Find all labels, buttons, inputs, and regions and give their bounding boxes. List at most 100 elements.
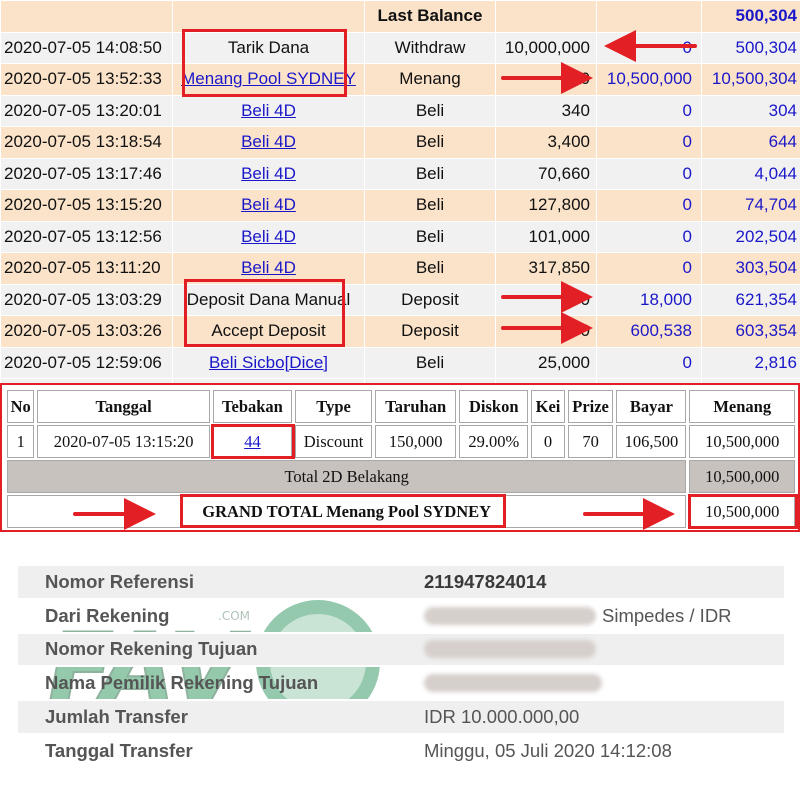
receipt-row: Nama Pemilik Rekening Tujuan [18, 667, 784, 702]
ledger-credit: 0 [596, 189, 702, 222]
receipt-label: Nomor Referensi [45, 570, 195, 592]
ledger-date: 2020-07-05 13:52:33 [0, 63, 173, 96]
ledger-credit: 10,500,000 [596, 63, 702, 96]
ledger-type: Deposit [364, 283, 496, 316]
ledger-credit: 600,538 [596, 315, 702, 348]
ledger-type: Beli [364, 252, 496, 285]
ledger-desc-cell: Menang Pool SYDNEY [172, 63, 365, 96]
subtotal-value: 10,500,000 [689, 460, 795, 493]
receipt-label: Nomor Rekening Tujuan [45, 638, 258, 660]
subtotal-row: Total 2D Belakang 10,500,000 [7, 460, 795, 493]
receipt-value: 211947824014 [424, 571, 546, 593]
bet-kei: 0 [531, 425, 565, 458]
redacted-blur [424, 606, 596, 625]
ledger-desc: Tarik Dana [172, 31, 365, 64]
col-type: Type [295, 390, 373, 423]
ledger-row: 2020-07-05 13:52:33 Menang Pool SYDNEY Men… [0, 63, 800, 96]
ledger-balance: 2,816 [701, 346, 800, 379]
ledger-desc-link[interactable]: Beli 4D [241, 227, 296, 246]
ledger-desc-link[interactable]: Beli 4D [241, 164, 296, 183]
col-menang: Menang [689, 390, 795, 423]
ledger-desc-cell: Beli 4D [172, 126, 365, 159]
ledger-date: 2020-07-05 13:12:56 [0, 220, 173, 253]
ledger-credit: 0 [596, 126, 702, 159]
ledger-debit: 317,850 [495, 252, 597, 285]
receipt-label: Nama Pemilik Rekening Tujuan [45, 672, 319, 694]
redacted-blur [424, 640, 596, 659]
receipt-value-text: 211947824014 [424, 570, 547, 592]
ledger-desc-link[interactable]: Beli 4D [241, 195, 296, 214]
ledger-date: 2020-07-05 13:11:20 [0, 252, 173, 285]
receipt-label: Dari Rekening [45, 604, 170, 626]
bet-detail-table: No Tanggal Tebakan Type Taruhan Diskon K… [4, 388, 798, 530]
ledger-balance: 303,504 [701, 252, 800, 285]
grand-total-value: 10,500,000 [689, 495, 795, 528]
col-tanggal: Tanggal [37, 390, 210, 423]
receipt-row: Jumlah Transfer IDR 10.000.000,00 [18, 701, 784, 735]
ledger-balance: 500,304 [701, 31, 800, 64]
ledger-date: 2020-07-05 13:03:26 [0, 315, 173, 348]
ledger-row: 2020-07-05 14:08:50 Tarik Dana Withdraw 10,… [0, 31, 800, 64]
bet-row: 1 2020-07-05 13:15:20 44 Discount 150,00… [7, 425, 795, 458]
ledger-desc-cell: Beli 4D [172, 157, 365, 190]
ledger-desc-link[interactable]: Beli 4D [241, 258, 296, 277]
bet-no: 1 [7, 425, 35, 458]
ledger-date: 2020-07-05 13:20:01 [0, 94, 173, 127]
receipt-value-text: Simpedes / IDR [602, 604, 732, 626]
col-prize: Prize [567, 390, 614, 423]
ledger-balance: 644 [701, 126, 800, 159]
ledger-debit: 101,000 [495, 220, 597, 253]
ledger-debit: 340 [495, 94, 597, 127]
ledger-date: 2020-07-05 13:17:46 [0, 157, 173, 190]
transfer-receipt: Nomor Referensi 211947824014 Dari Rekening… [18, 566, 784, 769]
receipt-label: Tanggal Transfer [45, 739, 193, 761]
ledger-balance: 202,504 [701, 220, 800, 253]
last-balance-value: 500,304 [701, 0, 800, 33]
ledger-debit: 0 [495, 63, 597, 96]
bet-tebakan-cell: 44 [212, 425, 293, 458]
ledger-type: Beli [364, 126, 496, 159]
receipt-row: Dari Rekening Simpedes / IDR [18, 600, 784, 634]
grand-total-label: GRAND TOTAL Menang Pool SYDNEY [7, 495, 687, 528]
bet-detail-panel: No Tanggal Tebakan Type Taruhan Diskon K… [0, 383, 800, 532]
bet-tanggal: 2020-07-05 13:15:20 [37, 425, 210, 458]
receipt-value-text: IDR 10.000.000,00 [424, 706, 580, 728]
ledger-desc-link[interactable]: Beli 4D [241, 101, 296, 120]
ledger-type: Deposit [364, 315, 496, 348]
ledger-debit: 70,660 [495, 157, 597, 190]
bet-taruhan: 150,000 [375, 425, 457, 458]
ledger-credit: 0 [596, 94, 702, 127]
transaction-ledger: Last Balance 500,304 2020-07-05 14:08:50… [0, 0, 800, 391]
ledger-credit: 0 [596, 31, 702, 64]
ledger-header-row: Last Balance 500,304 [0, 0, 800, 33]
ledger-desc-cell: Beli 4D [172, 220, 365, 253]
ledger-desc-link[interactable]: Beli Sicbo[Dice] [209, 353, 328, 372]
ledger-type: Beli [364, 189, 496, 222]
ledger-desc: Accept Deposit [172, 315, 365, 348]
grand-total-row: GRAND TOTAL Menang Pool SYDNEY 10,500,00… [7, 495, 795, 528]
ledger-desc-link[interactable]: Beli 4D [241, 132, 296, 151]
ledger-desc: Deposit Dana Manual [172, 283, 365, 316]
ledger-row: 2020-07-05 13:03:29 Deposit Dana Manual De… [0, 283, 800, 316]
receipt-value [424, 674, 608, 693]
col-bayar: Bayar [616, 390, 687, 423]
bet-header-row: No Tanggal Tebakan Type Taruhan Diskon K… [7, 390, 795, 423]
ledger-type: Withdraw [364, 31, 496, 64]
ledger-desc-link[interactable]: Menang Pool SYDNEY [181, 69, 356, 88]
ledger-date: 2020-07-05 13:03:29 [0, 283, 173, 316]
ledger-balance: 304 [701, 94, 800, 127]
ledger-type: Beli [364, 157, 496, 190]
col-kei: Kei [531, 390, 565, 423]
ledger-balance: 4,044 [701, 157, 800, 190]
bet-type: Discount [295, 425, 373, 458]
bet-tebakan-link[interactable]: 44 [244, 432, 261, 451]
col-diskon: Diskon [459, 390, 529, 423]
ledger-credit: 0 [596, 252, 702, 285]
ledger-debit: 3,400 [495, 126, 597, 159]
ledger-debit: 127,800 [495, 189, 597, 222]
ledger-credit: 0 [596, 346, 702, 379]
ledger-balance: 74,704 [701, 189, 800, 222]
ledger-type: Menang [364, 63, 496, 96]
receipt-row: Tanggal Transfer Minggu, 05 Juli 2020 14:… [18, 735, 784, 769]
subtotal-label: Total 2D Belakang [7, 460, 687, 493]
